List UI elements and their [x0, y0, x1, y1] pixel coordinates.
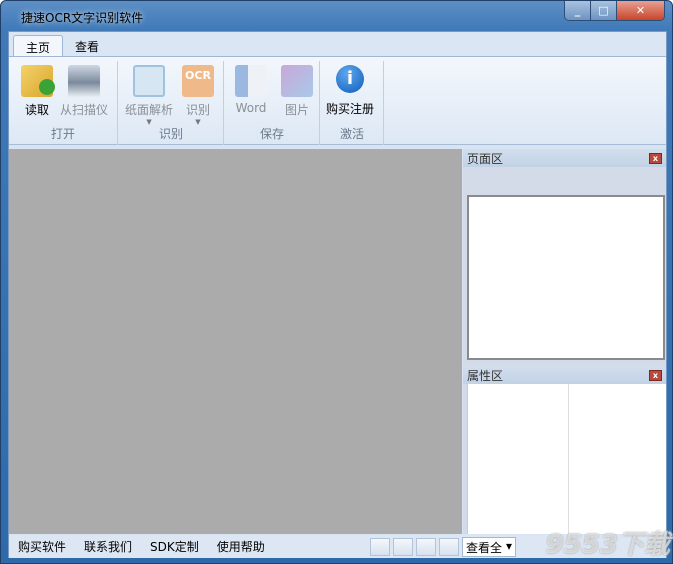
- group-label-recognize: 识别: [158, 127, 183, 141]
- tab-home[interactable]: 主页: [13, 35, 64, 56]
- scanner-label: 从扫描仪: [60, 103, 109, 117]
- contact-us-link[interactable]: 联系我们: [84, 538, 132, 555]
- group-recognize: 纸面解析 ▼ OCR 识别 ▼ 识别: [119, 61, 224, 145]
- group-label-activate: 激活: [339, 127, 364, 141]
- buy-software-link[interactable]: 购买软件: [18, 538, 66, 555]
- window-controls: _ □ ✕: [564, 1, 665, 21]
- sdk-custom-link[interactable]: SDK定制: [150, 538, 199, 555]
- props-grid[interactable]: [467, 384, 666, 534]
- watermark-logo: 9553下载: [545, 530, 670, 560]
- help-link[interactable]: 使用帮助: [217, 538, 265, 555]
- group-activate: i 购买注册 激活: [321, 61, 384, 145]
- maximize-button[interactable]: □: [591, 1, 617, 20]
- ocr-icon: OCR: [182, 65, 214, 97]
- page-panel-header: 页面区 x: [463, 149, 666, 167]
- document-canvas[interactable]: [9, 149, 462, 534]
- window-title: 捷速OCR文字识别软件: [21, 11, 144, 25]
- image-file-icon: [281, 65, 313, 97]
- group-label-save: 保存: [259, 127, 284, 141]
- props-panel-title: 属性区: [467, 368, 504, 383]
- read-button[interactable]: 读取: [21, 65, 55, 118]
- props-panel: 属性区 x: [463, 366, 666, 534]
- scanner-icon: [68, 65, 100, 97]
- scanner-button[interactable]: 从扫描仪: [60, 65, 108, 118]
- word-doc-icon: [235, 65, 267, 97]
- props-panel-header: 属性区 x: [463, 366, 666, 384]
- info-icon: i: [336, 65, 364, 93]
- minimize-button[interactable]: _: [565, 1, 591, 20]
- page-thumbnail-list[interactable]: [467, 195, 665, 360]
- group-open: 读取 从扫描仪 打开: [9, 61, 118, 145]
- text-view-button[interactable]: [416, 537, 436, 556]
- buy-register-button[interactable]: i 购买注册: [326, 65, 374, 117]
- recognize-button[interactable]: OCR 识别 ▼: [182, 65, 214, 126]
- props-panel-close-button[interactable]: x: [649, 369, 662, 381]
- page-panel-close-button[interactable]: x: [649, 152, 662, 164]
- view-select[interactable]: 查看全 ▾: [462, 536, 516, 557]
- page-panel-title: 页面区: [467, 151, 504, 166]
- layout-analysis-button[interactable]: 纸面解析 ▼: [125, 65, 173, 126]
- split-view-button[interactable]: [439, 537, 459, 556]
- group-save: Word 图片 保存: [225, 61, 320, 145]
- ribbon-tabs: 主页 查看: [9, 32, 666, 56]
- folder-open-icon: [21, 65, 55, 97]
- app-window: 捷速OCR文字识别软件 _ □ ✕ 主页 查看 读取 从扫描仪 打开 纸面解析 …: [0, 0, 673, 564]
- chevron-down-icon: ▾: [505, 538, 512, 553]
- close-button[interactable]: ✕: [617, 1, 664, 20]
- read-label: 读取: [24, 103, 49, 117]
- image-view-button[interactable]: [393, 537, 413, 556]
- ribbon: 读取 从扫描仪 打开 纸面解析 ▼ OCR 识别 ▼ 识别 Word 图片 保存: [9, 56, 666, 145]
- view-select-value: 查看全: [466, 540, 503, 555]
- client-area: 主页 查看 读取 从扫描仪 打开 纸面解析 ▼ OCR 识别 ▼ 识别 Word: [8, 31, 667, 558]
- side-panels: 页面区 x 属性区 x: [463, 149, 666, 534]
- buy-register-label: 购买注册: [326, 102, 375, 116]
- layout-edit-icon: [133, 65, 165, 97]
- layout-analysis-label: 纸面解析: [125, 103, 174, 117]
- group-label-open: 打开: [50, 127, 75, 141]
- save-image-label: 图片: [284, 103, 309, 117]
- save-word-label: Word: [235, 101, 267, 115]
- save-word-button[interactable]: Word: [235, 65, 267, 115]
- recognize-label: 识别: [185, 103, 210, 117]
- fit-page-button[interactable]: [370, 537, 390, 556]
- tab-view[interactable]: 查看: [63, 35, 111, 56]
- save-image-button[interactable]: 图片: [281, 65, 313, 118]
